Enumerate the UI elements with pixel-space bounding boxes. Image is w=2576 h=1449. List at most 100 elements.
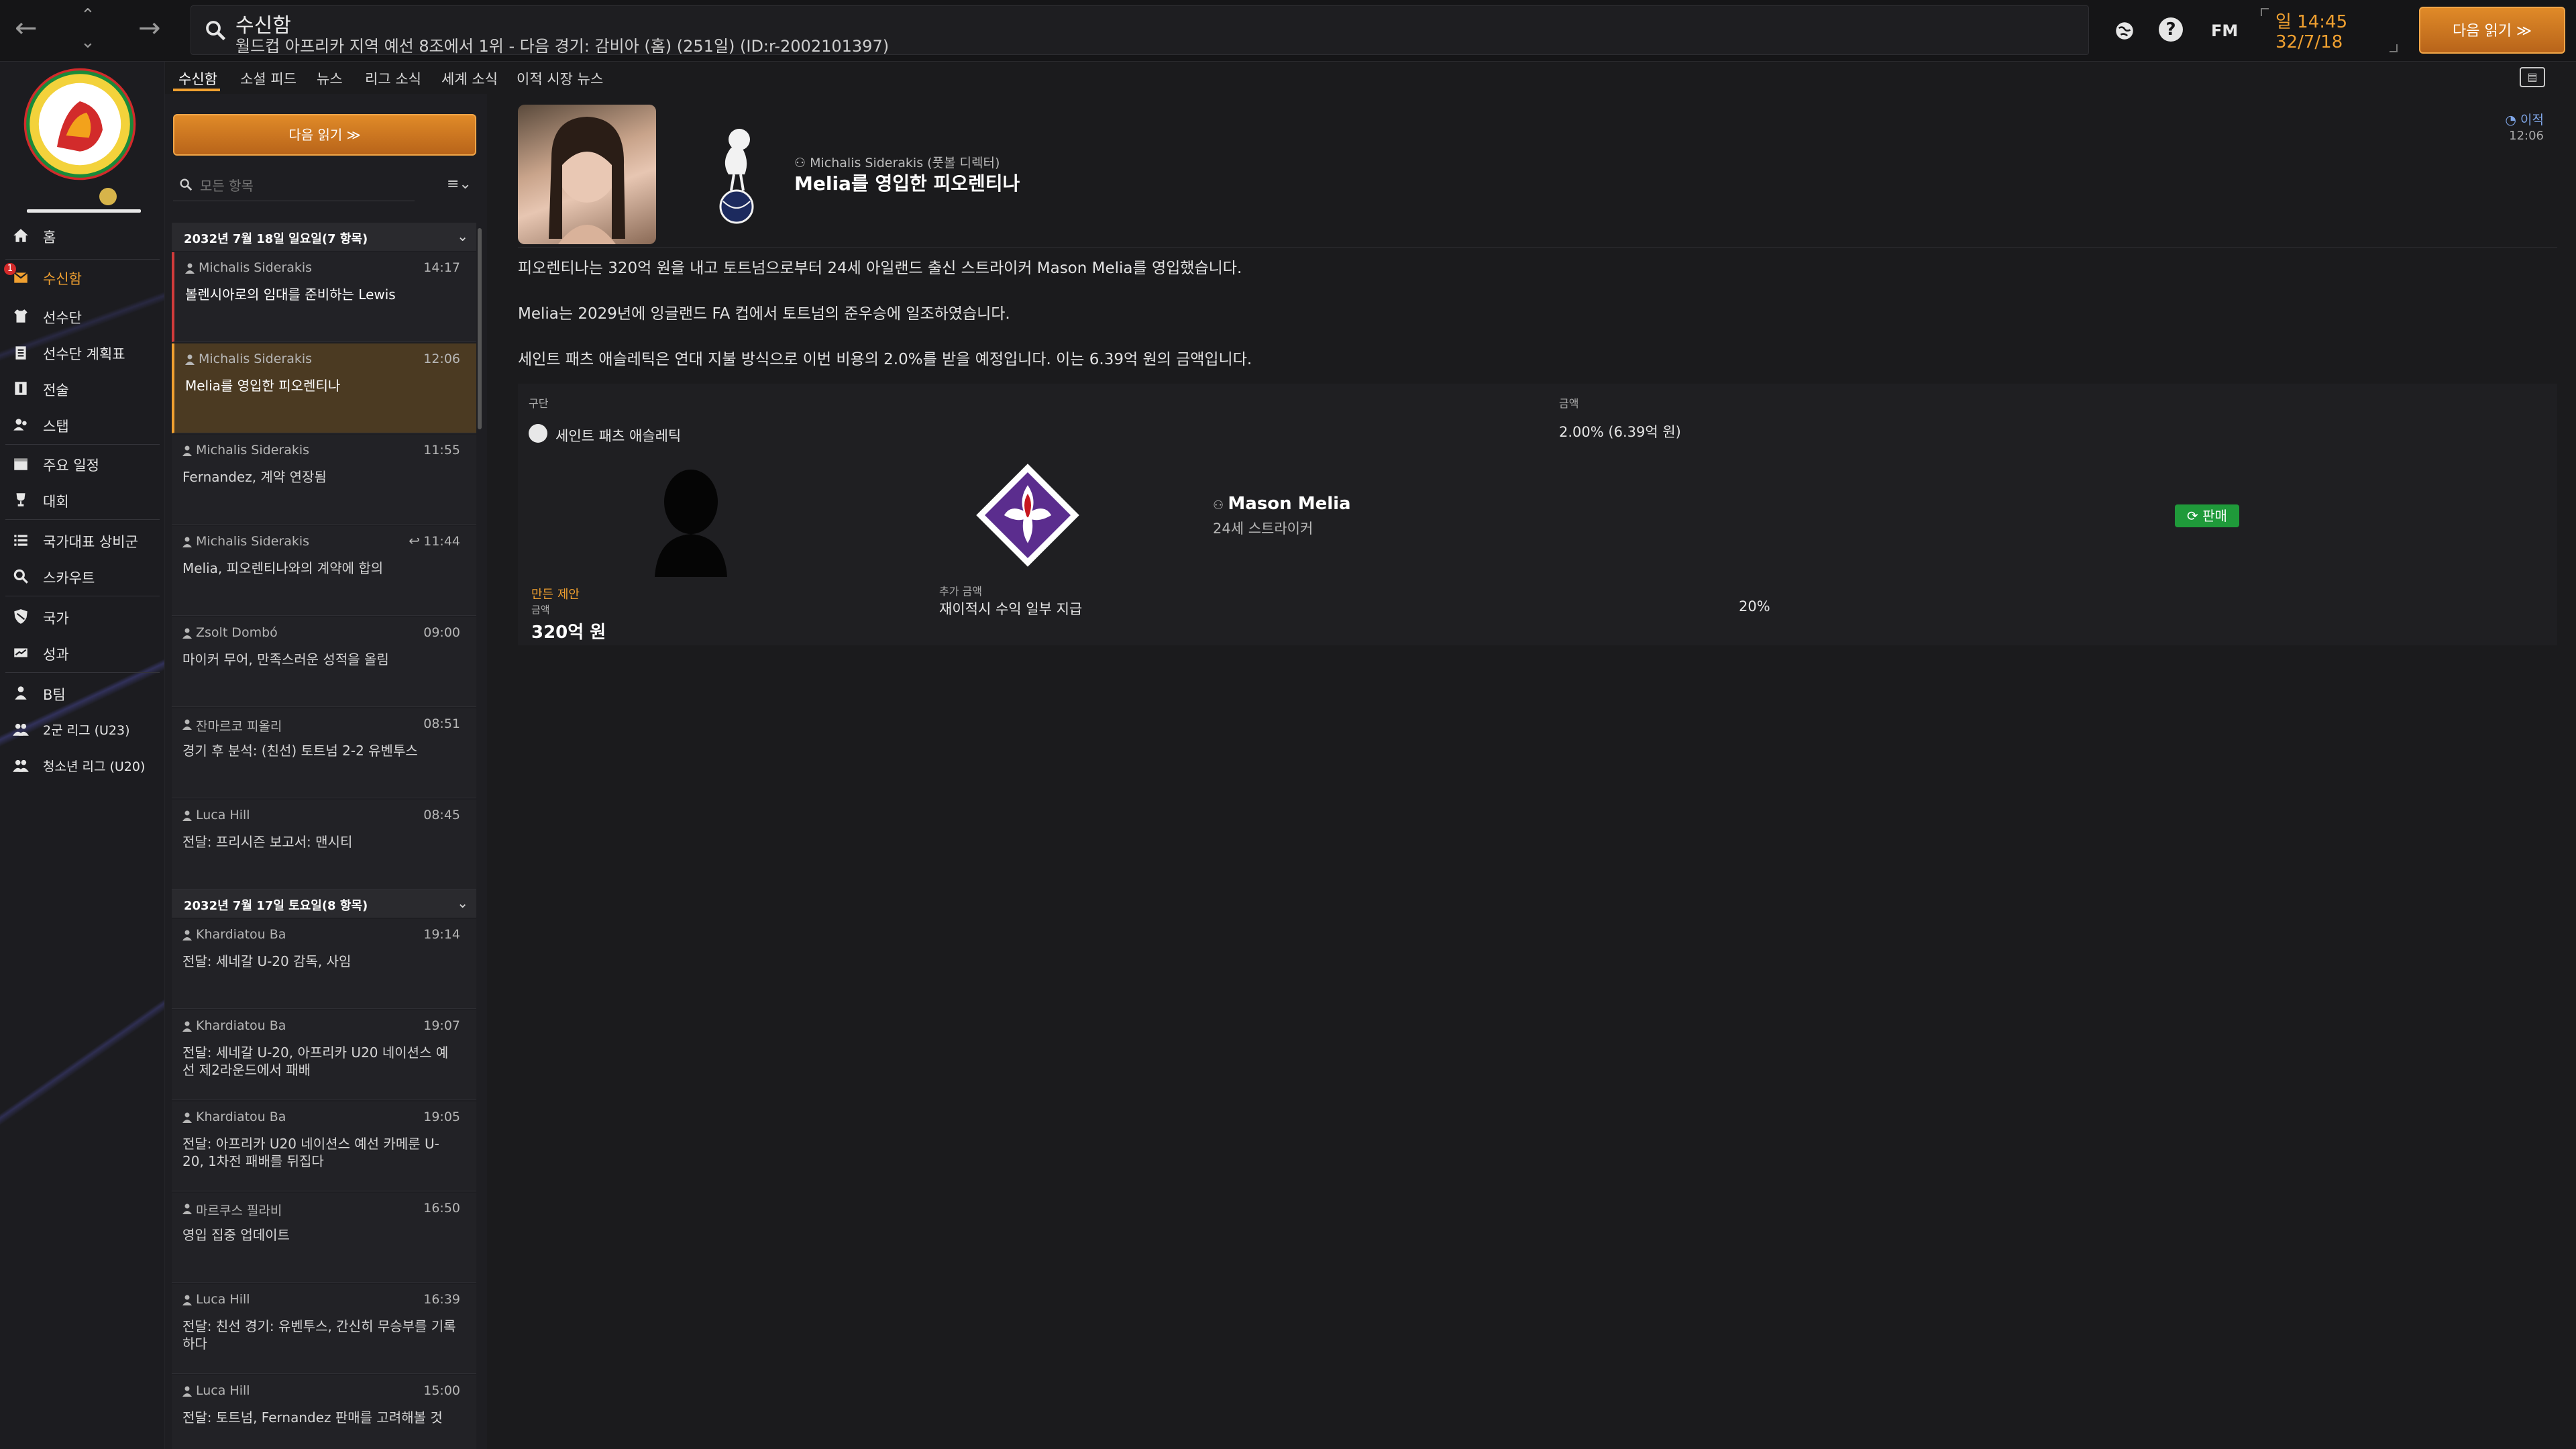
day-group-label: 2032년 7월 17일 토요일(8 항목) [184, 899, 368, 913]
message-subject: 영입 집중 업데이트 [182, 1227, 290, 1243]
chevron-down-icon[interactable]: ⌄ [457, 895, 468, 911]
inbox-search-input[interactable] [200, 174, 401, 197]
message-time: 12:06 [423, 352, 460, 366]
person-icon: ⚇ [794, 156, 810, 170]
sidebar-item-home[interactable]: 홈 [0, 220, 164, 251]
sidebar-item-squad-planner[interactable]: 선수단 계획표 [0, 337, 164, 368]
tab-inbox[interactable]: 수신함 [178, 68, 217, 89]
person-icon [182, 628, 192, 639]
club-logo[interactable] [23, 67, 137, 181]
message-paragraph: Melia는 2029년에 잉글랜드 FA 컵에서 토트넘의 준우승에 일조하였… [518, 305, 1010, 323]
message-from: ⚇ Michalis Siderakis (풋볼 디렉터) [794, 153, 1000, 171]
sidebar-item-competitions[interactable]: 대회 [0, 484, 164, 515]
sidebar-item-schedule[interactable]: 주요 일정 [0, 448, 164, 479]
globe-icon[interactable] [2113, 17, 2136, 44]
message-divider [518, 247, 2557, 248]
performance-icon [14, 648, 28, 657]
message-tag[interactable]: ◔ 이적 [2505, 110, 2544, 128]
inbox-message[interactable]: Khardiatou Ba 19:07 전달: 세네갈 U-20, 아프리카 U20… [172, 1010, 476, 1100]
person-icon [185, 354, 195, 365]
sidebar-item-nation[interactable]: 국가 [0, 601, 164, 632]
person-icon [182, 537, 192, 547]
chevron-down-icon[interactable]: ⌄ [457, 228, 468, 244]
inbox-message[interactable]: Khardiatou Ba 19:05 전달: 아프리카 U20 네이션스 예선 카… [172, 1102, 476, 1191]
continue-button[interactable]: 다음 읽기 ≫ [2419, 7, 2565, 54]
sidebar-item-performance[interactable]: 성과 [0, 637, 164, 668]
inbox-message[interactable]: 잔마르코 피올리 08:51 경기 후 분석: (친선) 토트넘 2-2 유벤투스 [172, 708, 476, 798]
message-tag-label: 이적 [2520, 113, 2544, 127]
forward-arrow-icon[interactable]: → [138, 15, 161, 42]
transfer-status-badge: ⟳ 판매 [2175, 504, 2239, 527]
sidebar-item-tactics[interactable]: 전술 [0, 373, 164, 404]
tab-world-news[interactable]: 세계 소식 [441, 68, 498, 89]
message-time: 12:06 [2509, 129, 2544, 143]
message-time: 14:17 [423, 260, 460, 275]
person-icon [182, 1386, 192, 1397]
refresh-icon: ⟳ [2187, 508, 2203, 524]
day-group-header[interactable]: 2032년 7월 17일 토요일(8 항목) ⌄ [172, 890, 476, 918]
inbox-message[interactable]: Luca Hill 16:39 전달: 친선 경기: 유벤투스, 간신히 무승부를 … [172, 1284, 476, 1374]
tab-league-news[interactable]: 리그 소식 [365, 68, 421, 89]
sidebar-item-label: 국가대표 상비군 [43, 534, 138, 550]
sidebar-item-national-pool[interactable]: 국가대표 상비군 [0, 525, 164, 555]
day-group-header[interactable]: 2032년 7월 18일 일요일(7 항목) ⌄ [172, 223, 476, 251]
search-icon [206, 21, 226, 41]
message-subject: 경기 후 분석: (친선) 토트넘 2-2 유벤투스 [182, 743, 418, 759]
sidebar-item-scouting[interactable]: 스카우트 [0, 561, 164, 592]
sidebar-item-staff[interactable]: 스탭 [0, 409, 164, 440]
person-icon [182, 445, 192, 456]
message-subject: 전달: 아프리카 U20 네이션스 예선 카메룬 U-20, 1차전 패배를 뒤… [182, 1136, 439, 1169]
tab-transfer-news[interactable]: 이적 시장 뉴스 [517, 68, 603, 89]
inbox-message[interactable]: Michalis Siderakis 14:17 볼렌시아로의 임대를 준비하는 L… [172, 252, 476, 342]
clock-date: 32/7/18 [2275, 32, 2343, 52]
sidebar-item-b-team[interactable]: B팀 [0, 678, 164, 708]
person-icon [182, 1203, 192, 1214]
help-icon[interactable]: ? [2159, 17, 2183, 42]
inbox-message[interactable]: Luca Hill 08:45 전달: 프리시즌 보고서: 맨시티 [172, 800, 476, 890]
sidebar-item-squad[interactable]: 선수단 [0, 301, 164, 331]
sidebar-item-inbox[interactable]: 1 수신함 [0, 262, 164, 292]
message-time: 11:44 [423, 534, 460, 549]
inbox-message[interactable]: Luca Hill 15:00 전달: 토트넘, Fernandez 판매를 고려해… [172, 1375, 476, 1449]
message-subject: 전달: 친선 경기: 유벤투스, 간신히 무승부를 기록하다 [182, 1318, 456, 1352]
sidebar-item-label: B팀 [43, 687, 66, 703]
reply-icon: ↩ [409, 533, 420, 549]
chevron-up-icon[interactable]: ⌃ [80, 7, 95, 24]
filter-dropdown[interactable]: ≡⌄ [447, 176, 472, 193]
inbox-message[interactable]: Khardiatou Ba 19:14 전달: 세네갈 U-20 감독, 사임 [172, 919, 476, 1009]
inbox-continue-button[interactable]: 다음 읽기 ≫ [173, 114, 476, 156]
tab-news[interactable]: 뉴스 [317, 68, 343, 89]
list-scrollbar[interactable] [478, 228, 482, 429]
game-clock[interactable]: 일 14:45 32/7/18 [2261, 5, 2402, 55]
tactics-icon [15, 382, 27, 395]
inbox-message[interactable]: Michalis Siderakis 12:06 Melia를 영입한 피오렌티나 [172, 343, 476, 433]
chevron-down-icon[interactable]: ⌄ [80, 34, 95, 51]
inbox-message[interactable]: Michalis Siderakis 11:55 Fernandez, 계약 연장됨 [172, 435, 476, 525]
person-icon [185, 263, 195, 274]
news-layout-icon[interactable]: ▤ [2520, 67, 2545, 87]
message-time: 19:14 [423, 927, 460, 942]
sell-label: 판매 [2202, 508, 2227, 524]
inbox-message[interactable]: 마르쿠스 필라비 16:50 영입 집중 업데이트 [172, 1193, 476, 1283]
fm-logo[interactable]: FM [2211, 17, 2238, 44]
person-icon [182, 719, 192, 730]
person-icon [182, 1112, 192, 1123]
message-sender: Zsolt Dombó [196, 625, 278, 640]
message-sender: Michalis Siderakis [196, 534, 310, 549]
sidebar-item-u23[interactable]: 2군 리그 (U23) [0, 714, 164, 745]
message-subject: Fernandez, 계약 연장됨 [182, 469, 327, 485]
solidarity-amount: 2.00% (6.39억 원) [1559, 424, 1681, 440]
player-name[interactable]: ⚇ Mason Melia [1213, 494, 1351, 514]
inbox-message[interactable]: Michalis Siderakis ↩ 11:44 Melia, 피오렌티나와의 계… [172, 526, 476, 616]
tab-social-feed[interactable]: 소셜 피드 [240, 68, 297, 89]
list-icon [14, 535, 28, 546]
sidebar-item-label: 선수단 계획표 [43, 346, 125, 362]
inbox-message[interactable]: Zsolt Dombó 09:00 마이커 무어, 만족스러운 성적을 올림 [172, 617, 476, 707]
unread-badge: 1 [4, 263, 16, 275]
back-arrow-icon[interactable]: ← [15, 15, 38, 42]
header-search-box[interactable]: 수신함 월드컵 아프리카 지역 예선 8조에서 1위 - 다음 경기: 감비아 … [191, 5, 2089, 56]
sidebar-item-u20[interactable]: 청소년 리그 (U20) [0, 750, 164, 781]
message-sender: Luca Hill [196, 808, 250, 822]
sidebar-item-label: 선수단 [43, 310, 82, 326]
solidarity-club[interactable]: 세인트 패츠 애슬레틱 [555, 425, 681, 445]
